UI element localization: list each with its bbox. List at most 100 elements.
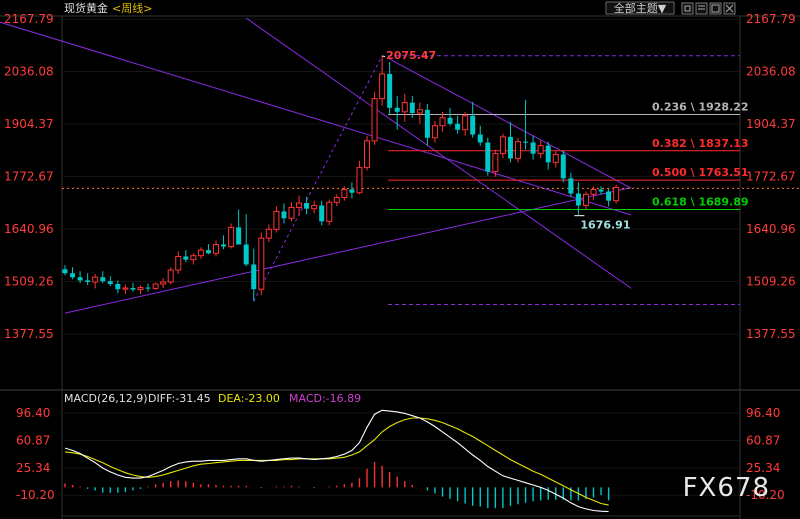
candle xyxy=(175,251,182,275)
candle xyxy=(537,140,544,159)
candle xyxy=(213,240,219,257)
macd-pane xyxy=(62,409,740,513)
fib-level-label: 0.618 \ 1689.89 xyxy=(652,195,749,208)
candle xyxy=(462,111,469,136)
price-tick-left: 1509.26 xyxy=(4,274,54,288)
plot-frame xyxy=(61,15,741,517)
price-tick-right: 2036.08 xyxy=(746,65,796,79)
diff-line xyxy=(64,409,609,513)
macd-dea-readout: DEA:-23.00 xyxy=(218,392,280,405)
candle xyxy=(552,150,559,168)
candle xyxy=(190,253,197,265)
fib-level-label: 0.382 \ 1837.13 xyxy=(652,137,749,150)
candle xyxy=(85,273,91,286)
candle xyxy=(137,285,144,294)
close-icon[interactable] xyxy=(723,2,736,15)
price-tick-right: 2167.79 xyxy=(746,12,796,26)
candle xyxy=(311,200,318,214)
macd-tick-left: 25.34 xyxy=(16,461,50,475)
candle xyxy=(183,250,189,263)
chart-canvas: 0.236 \ 1928.22 0.382 \ 1837.13 0.500 \ 17… xyxy=(0,1,800,519)
window-expand-icon[interactable] xyxy=(709,2,722,15)
price-tick-left: 1904.37 xyxy=(4,117,54,131)
candle xyxy=(62,265,68,276)
candle xyxy=(197,247,204,259)
candle xyxy=(152,282,159,290)
candle xyxy=(145,283,151,292)
candle xyxy=(598,186,604,195)
candle xyxy=(288,202,295,222)
window-icon[interactable] xyxy=(695,2,708,15)
candle xyxy=(258,232,265,296)
theme-menu-label[interactable]: 全部主题▼ xyxy=(614,1,667,15)
candle xyxy=(349,182,355,199)
candle xyxy=(424,103,430,146)
candle xyxy=(613,184,620,204)
fib-level-label: 0.236 \ 1928.22 xyxy=(652,100,749,113)
candle xyxy=(236,209,242,245)
candle xyxy=(530,135,536,160)
swing-line xyxy=(253,55,383,302)
candle xyxy=(130,282,136,292)
candle xyxy=(371,91,378,145)
price-tick-left: 2036.08 xyxy=(4,65,54,79)
low-price-label: 1676.91 xyxy=(580,219,630,232)
candle xyxy=(477,125,483,146)
candle xyxy=(470,101,476,138)
macd-axes: 96.40 96.4060.87 60.8725.34 25.34-10.20 -10.… xyxy=(16,406,785,502)
period-label[interactable]: <周线> xyxy=(112,1,152,15)
candle xyxy=(319,200,325,226)
price-tick-left: 1377.55 xyxy=(4,327,54,341)
candle xyxy=(455,115,461,134)
candle xyxy=(160,278,167,288)
price-tick-left: 1772.67 xyxy=(4,170,54,184)
macd-tick-right: 60.87 xyxy=(746,433,780,447)
candle xyxy=(228,223,235,249)
candle xyxy=(545,141,551,170)
macd-tick-left: -10.20 xyxy=(16,488,55,502)
fib-level-label: 0.500 \ 1763.51 xyxy=(652,166,749,179)
channel-line xyxy=(245,17,632,289)
candle xyxy=(447,107,453,126)
candle xyxy=(265,224,272,243)
candle xyxy=(590,186,597,200)
candle xyxy=(387,61,393,114)
macd-title: MACD(26,12,9) xyxy=(64,392,148,405)
price-grid xyxy=(62,18,740,335)
candle xyxy=(296,195,303,216)
candle xyxy=(281,203,287,224)
candle xyxy=(221,235,227,250)
gold-weekly-chart: { "header": { "instrument": "现货黄金", "per… xyxy=(0,0,800,519)
macd-tick-left: 96.40 xyxy=(16,406,50,420)
fx678-watermark: FX678 xyxy=(683,473,770,503)
candle xyxy=(115,280,121,294)
candle xyxy=(251,248,257,302)
dea-line xyxy=(64,417,609,506)
candle xyxy=(582,191,589,210)
candle xyxy=(499,133,506,159)
candle xyxy=(304,196,310,215)
price-tick-left: 2167.79 xyxy=(4,12,54,26)
macd-tick-right: 96.40 xyxy=(746,406,780,420)
channel-line xyxy=(0,21,632,216)
candle xyxy=(394,95,400,130)
price-tick-right: 1640.96 xyxy=(746,222,796,236)
candle xyxy=(379,55,386,106)
macd-tick-left: 60.87 xyxy=(16,433,50,447)
candle xyxy=(273,206,280,233)
candle xyxy=(356,160,363,195)
fibonacci-lines: 0.236 \ 1928.22 0.382 \ 1837.13 0.500 \ 17… xyxy=(388,55,749,305)
price-tick-left: 1640.96 xyxy=(4,222,54,236)
instrument-title: 现货黄金 xyxy=(64,1,108,15)
candle xyxy=(333,194,340,207)
candle xyxy=(606,188,612,207)
price-tick-right: 1904.37 xyxy=(746,117,796,131)
candle xyxy=(515,137,521,163)
price-tick-right: 1377.55 xyxy=(746,327,796,341)
candle xyxy=(122,284,129,294)
restore-icon[interactable] xyxy=(681,2,694,15)
candle xyxy=(507,121,513,163)
candle xyxy=(205,244,211,255)
candle xyxy=(107,276,113,286)
macd-value-readout: MACD:-16.89 xyxy=(289,392,361,405)
